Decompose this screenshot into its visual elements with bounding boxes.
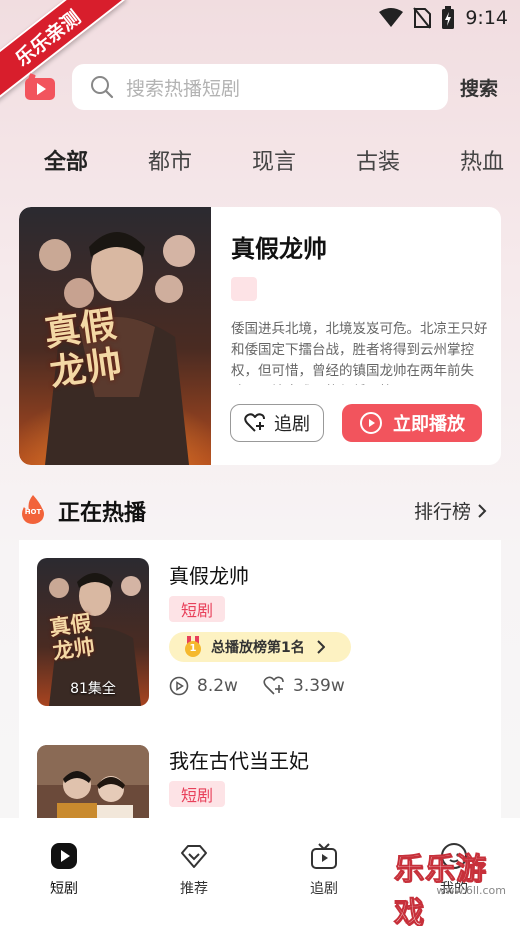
nav-item-shortdrama[interactable]: 短剧 xyxy=(24,842,104,898)
medal-icon: 1 xyxy=(183,636,203,658)
ranking-label: 排行榜 xyxy=(414,501,472,523)
heart-plus-icon xyxy=(244,413,265,432)
play-circle-icon xyxy=(169,676,189,696)
chevron-right-icon xyxy=(317,640,325,654)
featured-poster[interactable]: 真假龙帅 xyxy=(19,207,211,465)
tab-urban[interactable]: 都市 xyxy=(148,144,192,176)
wifi-icon xyxy=(379,8,404,27)
header: 搜索热播短剧 搜索 xyxy=(0,62,520,114)
play-icon xyxy=(51,843,77,869)
list-item[interactable]: 真假龙帅 81集全 真假龙帅 短剧 1 总播放榜第1名 8.2w 3.39w xyxy=(19,540,501,725)
play-count: 8.2w xyxy=(169,676,238,696)
rank-label: 总播放榜第1名 xyxy=(211,640,305,656)
search-icon xyxy=(91,76,114,99)
play-circle-icon xyxy=(360,412,382,434)
clock-time: 9:14 xyxy=(465,7,508,29)
item-title[interactable]: 我在古代当王妃 xyxy=(169,745,309,774)
featured-drama-card[interactable]: 真假龙帅 真假龙帅 倭国进兵北境，北境岌岌可危。北凉王只好和倭国定下擂台战，胜者… xyxy=(19,207,501,465)
watermark: 乐乐游戏 www.6ll.com xyxy=(394,844,514,926)
diamond-icon xyxy=(181,845,207,868)
tab-costume[interactable]: 古装 xyxy=(356,144,400,176)
nav-label: 追剧 xyxy=(310,881,338,897)
hot-badge-text: HOT xyxy=(24,508,42,516)
item-tag: 短剧 xyxy=(169,596,226,622)
category-tabs: 全部 都市 现言 古装 热血 xyxy=(0,140,520,180)
nav-label: 推荐 xyxy=(180,881,208,897)
search-input[interactable]: 搜索热播短剧 xyxy=(72,64,448,110)
heart-plus-icon xyxy=(263,676,284,695)
battery-charging-icon xyxy=(442,6,455,29)
featured-poster-title: 真假龙帅 xyxy=(41,303,125,395)
status-icons: 9:14 xyxy=(379,6,508,30)
tab-action[interactable]: 热血 xyxy=(460,144,504,176)
like-count: 3.39w xyxy=(263,676,345,696)
play-now-label: 立即播放 xyxy=(393,414,465,435)
no-sim-icon xyxy=(413,7,432,29)
section-title: 正在热播 xyxy=(58,501,147,526)
nav-item-following[interactable]: 追剧 xyxy=(284,842,364,898)
tab-modern-romance[interactable]: 现言 xyxy=(252,144,296,176)
ranking-link[interactable]: 排行榜 xyxy=(414,497,487,524)
medal-number: 1 xyxy=(189,643,197,654)
tv-icon xyxy=(311,843,337,869)
watermark-url: www.6ll.com xyxy=(436,884,506,897)
hot-section-header: HOT 正在热播 排行榜 xyxy=(0,490,520,530)
follow-label: 追剧 xyxy=(274,414,310,435)
item-title[interactable]: 真假龙帅 xyxy=(169,560,249,589)
item-tag: 短剧 xyxy=(169,781,226,807)
search-button[interactable]: 搜索 xyxy=(460,74,498,101)
episode-count: 81集全 xyxy=(70,681,116,697)
featured-description: 倭国进兵北境，北境岌岌可危。北凉王只好和倭国定下擂台战，胜者将得到云州掌控权，但… xyxy=(231,321,488,385)
item-poster[interactable]: 真假龙帅 81集全 xyxy=(37,558,149,706)
play-now-button[interactable]: 立即播放 xyxy=(342,404,482,442)
item-poster-title: 真假龙帅 xyxy=(47,609,97,664)
bottom-nav: 短剧 推荐 追剧 我的 乐乐游戏 www.6ll.com xyxy=(0,818,520,926)
rank-badge[interactable]: 1 总播放榜第1名 xyxy=(169,632,351,662)
featured-tag xyxy=(231,277,257,301)
tab-all[interactable]: 全部 xyxy=(44,144,88,176)
chevron-right-icon xyxy=(478,503,487,518)
app-logo-icon xyxy=(25,73,55,100)
hot-list: 真假龙帅 81集全 真假龙帅 短剧 1 总播放榜第1名 8.2w 3.39w 我… xyxy=(19,540,501,893)
search-placeholder: 搜索热播短剧 xyxy=(126,77,241,100)
follow-button[interactable]: 追剧 xyxy=(230,404,324,442)
nav-label: 短剧 xyxy=(50,881,78,897)
nav-item-recommend[interactable]: 推荐 xyxy=(154,842,234,898)
like-count-value: 3.39w xyxy=(293,676,345,696)
featured-title[interactable]: 真假龙帅 xyxy=(231,229,327,264)
play-count-value: 8.2w xyxy=(197,676,238,696)
